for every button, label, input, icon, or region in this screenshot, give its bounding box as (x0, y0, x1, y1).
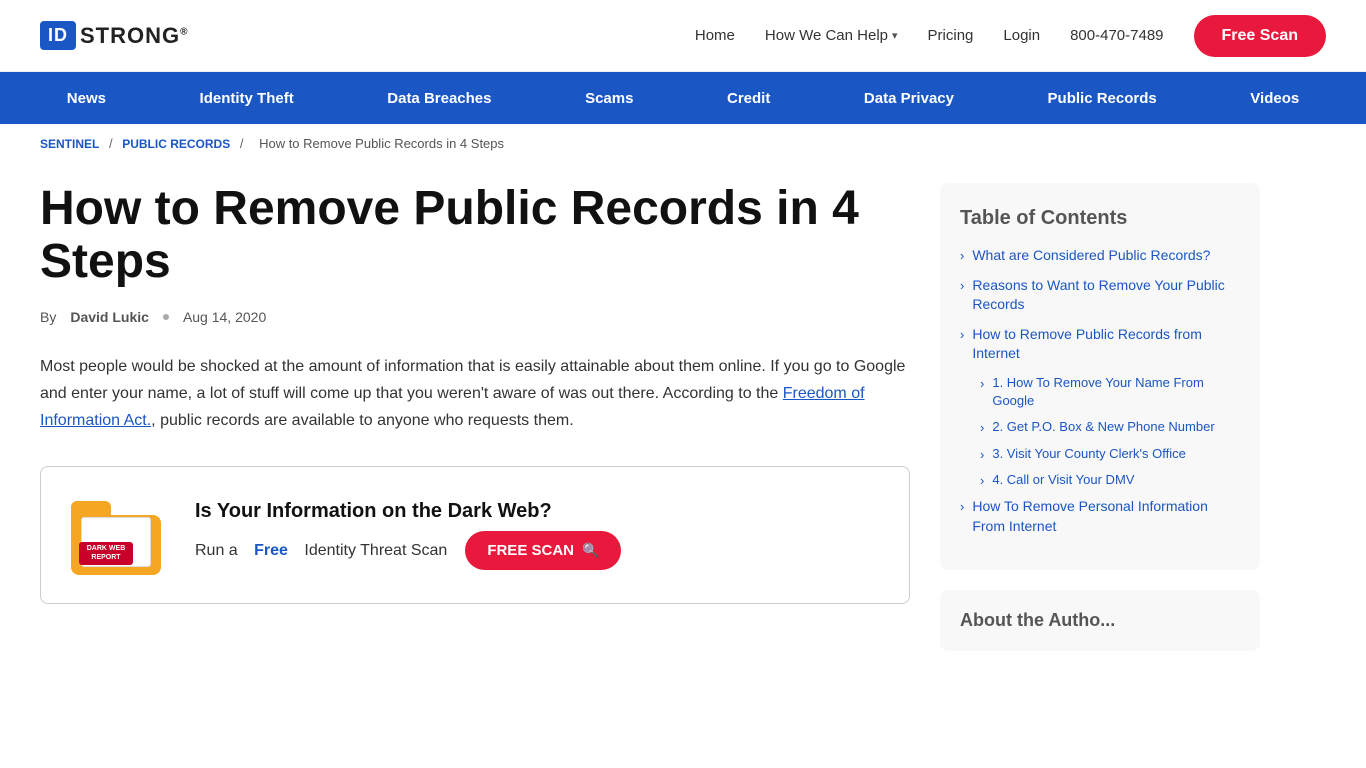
chevron-right-icon: › (960, 327, 964, 342)
breadcrumb-sentinel[interactable]: SENTINEL (40, 137, 99, 151)
chevron-right-icon: › (960, 248, 964, 263)
breadcrumb-public-records[interactable]: Public Records (122, 137, 230, 151)
chevron-right-icon: › (980, 473, 984, 488)
dark-web-badge: DARK WEB REPORT (79, 542, 133, 565)
chevron-right-icon: › (960, 499, 964, 514)
search-icon: 🔍 (582, 542, 599, 559)
toc-title: Table of Contents (960, 207, 1240, 230)
toc-item-4: › How To Remove Personal Information Fro… (960, 497, 1240, 536)
by-label: By (40, 309, 56, 325)
blue-nav-identity-theft[interactable]: Identity Theft (190, 74, 304, 123)
chevron-right-icon: › (980, 420, 984, 435)
scan-line: Run a Free Identity Threat Scan FREE SCA… (195, 531, 621, 570)
logo[interactable]: ID STRONG® (40, 21, 189, 50)
blue-nav-scams[interactable]: Scams (575, 74, 643, 123)
article: How to Remove Public Records in 4 Steps … (40, 183, 910, 651)
dark-web-free-scan-button[interactable]: FREE SCAN 🔍 (465, 531, 621, 570)
toc-link-3[interactable]: How to Remove Public Records from Intern… (972, 325, 1240, 364)
dot-separator (163, 314, 169, 320)
article-date: Aug 14, 2020 (183, 309, 266, 325)
article-meta: By David Lukic Aug 14, 2020 (40, 309, 910, 325)
toc-sub-link-2[interactable]: 2. Get P.O. Box & New Phone Number (992, 418, 1214, 436)
free-scan-button[interactable]: Free Scan (1194, 15, 1326, 57)
breadcrumb: SENTINEL / Public Records / How to Remov… (0, 124, 1366, 163)
chevron-right-icon: › (980, 376, 984, 391)
dark-web-folder-icon: DARK WEB REPORT (71, 495, 171, 575)
logo-strong-text: STRONG® (80, 23, 189, 49)
dark-web-heading: Is Your Information on the Dark Web? (195, 500, 621, 523)
free-word: Free (254, 542, 288, 560)
toc-item-2: › Reasons to Want to Remove Your Public … (960, 276, 1240, 315)
blue-nav-public-records[interactable]: Public Records (1038, 74, 1167, 123)
sidebar: Table of Contents › What are Considered … (940, 183, 1260, 651)
chevron-right-icon: › (960, 278, 964, 293)
breadcrumb-current: How to Remove Public Records in 4 Steps (259, 136, 504, 151)
nav-login[interactable]: Login (1003, 27, 1040, 44)
toc-sub-items: › 1. How To Remove Your Name From Google… (960, 374, 1240, 489)
toc-link-1[interactable]: What are Considered Public Records? (972, 246, 1210, 266)
chevron-right-icon: › (980, 447, 984, 462)
blue-nav-videos[interactable]: Videos (1240, 74, 1309, 123)
blue-nav-bar: News Identity Theft Data Breaches Scams … (0, 72, 1366, 124)
top-nav: Home How We Can Help ▾ Pricing Login 800… (695, 15, 1326, 57)
toc-sub-item-2: › 2. Get P.O. Box & New Phone Number (980, 418, 1240, 436)
toc-link-4[interactable]: How To Remove Personal Information From … (972, 497, 1240, 536)
toc-item-1: › What are Considered Public Records? (960, 246, 1240, 266)
nav-home[interactable]: Home (695, 27, 735, 44)
toc-sub-item-1: › 1. How To Remove Your Name From Google (980, 374, 1240, 410)
dark-web-card-text: Is Your Information on the Dark Web? Run… (195, 500, 621, 570)
article-title: How to Remove Public Records in 4 Steps (40, 183, 910, 289)
nav-how-we-can-help[interactable]: How We Can Help ▾ (765, 27, 898, 44)
chevron-down-icon: ▾ (892, 29, 898, 42)
dark-web-card: DARK WEB REPORT Is Your Information on t… (40, 466, 910, 604)
article-body: Most people would be shocked at the amou… (40, 353, 910, 435)
blue-nav-news[interactable]: News (57, 74, 116, 123)
author-name: David Lukic (70, 309, 149, 325)
blue-nav-data-privacy[interactable]: Data Privacy (854, 74, 964, 123)
nav-pricing[interactable]: Pricing (928, 27, 974, 44)
toc-sub-link-4[interactable]: 4. Call or Visit Your DMV (992, 471, 1134, 489)
phone-number: 800-470-7489 (1070, 27, 1163, 44)
toc-sub-link-3[interactable]: 3. Visit Your County Clerk's Office (992, 445, 1185, 463)
table-of-contents: Table of Contents › What are Considered … (940, 183, 1260, 570)
about-author-title: About the Autho... (960, 610, 1240, 631)
toc-link-2[interactable]: Reasons to Want to Remove Your Public Re… (972, 276, 1240, 315)
about-author-box: About the Autho... (940, 590, 1260, 651)
toc-sub-item-3: › 3. Visit Your County Clerk's Office (980, 445, 1240, 463)
toc-item-3: › How to Remove Public Records from Inte… (960, 325, 1240, 364)
blue-nav-credit[interactable]: Credit (717, 74, 780, 123)
logo-id: ID (40, 21, 76, 50)
blue-nav-data-breaches[interactable]: Data Breaches (377, 74, 501, 123)
logo-id-text: ID (48, 25, 68, 45)
toc-sub-item-4: › 4. Call or Visit Your DMV (980, 471, 1240, 489)
main-content: How to Remove Public Records in 4 Steps … (0, 163, 1366, 691)
toc-sub-link-1[interactable]: 1. How To Remove Your Name From Google (992, 374, 1240, 410)
top-header: ID STRONG® Home How We Can Help ▾ Pricin… (0, 0, 1366, 72)
